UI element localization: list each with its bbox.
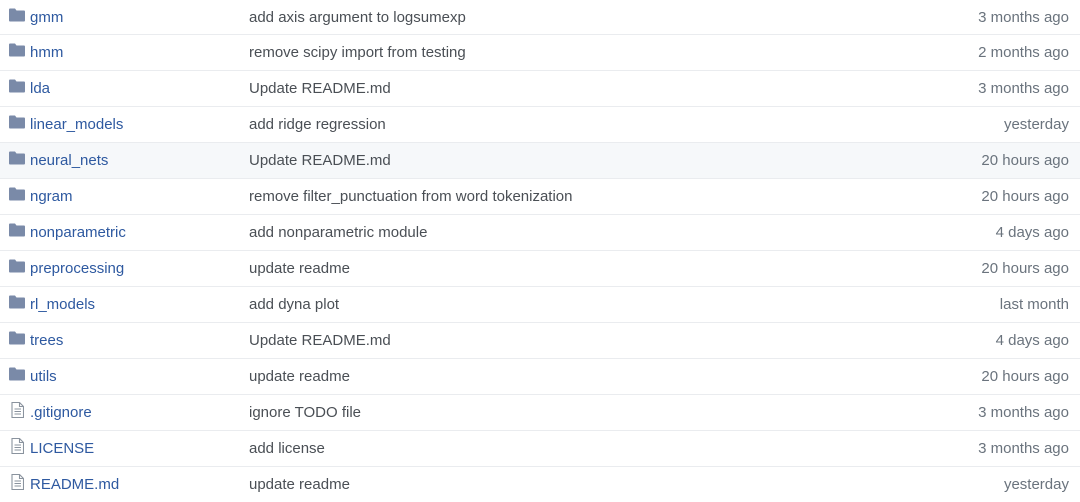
row-icon-cell — [0, 115, 30, 134]
commit-age: last month — [999, 296, 1069, 313]
folder-row[interactable]: linear_models add ridge regression yeste… — [0, 106, 1080, 142]
row-icon-cell — [0, 401, 30, 423]
commit-age: yesterday — [1003, 116, 1069, 133]
commit-message-link[interactable]: add ridge regression — [249, 116, 869, 133]
folder-icon — [9, 151, 25, 170]
folder-row[interactable]: neural_nets Update README.md 20 hours ag… — [0, 142, 1080, 178]
folder-row[interactable]: preprocessing update readme 20 hours ago — [0, 250, 1080, 286]
file-name-link[interactable]: hmm — [30, 44, 249, 61]
file-name-link[interactable]: lda — [30, 80, 249, 97]
commit-message-link[interactable]: update readme — [249, 476, 869, 493]
commit-message-link[interactable]: update readme — [249, 368, 869, 385]
folder-icon — [9, 367, 25, 386]
file-name-link[interactable]: linear_models — [30, 116, 249, 133]
folder-icon — [9, 295, 25, 314]
commit-message-link[interactable]: add nonparametric module — [249, 224, 869, 241]
file-name-link[interactable]: preprocessing — [30, 260, 249, 277]
folder-icon — [9, 331, 25, 350]
row-icon-cell — [0, 367, 30, 386]
row-icon-cell — [0, 295, 30, 314]
commit-age: 3 months ago — [978, 404, 1069, 421]
commit-age: 4 days ago — [995, 332, 1069, 349]
commit-age: 20 hours ago — [981, 368, 1069, 385]
file-name-link[interactable]: README.md — [30, 476, 249, 493]
commit-age: 3 months ago — [978, 440, 1069, 457]
file-name-link[interactable]: .gitignore — [30, 404, 249, 421]
folder-icon — [9, 79, 25, 98]
folder-icon — [9, 43, 25, 62]
folder-icon — [9, 259, 25, 278]
row-icon-cell — [0, 8, 30, 27]
folder-row[interactable]: utils update readme 20 hours ago — [0, 358, 1080, 394]
file-name-link[interactable]: neural_nets — [30, 152, 249, 169]
commit-age: 20 hours ago — [981, 188, 1069, 205]
row-icon-cell — [0, 187, 30, 206]
row-icon-cell — [0, 331, 30, 350]
commit-age: 3 months ago — [978, 8, 1069, 26]
file-name-link[interactable]: nonparametric — [30, 224, 249, 241]
file-name-link[interactable]: ngram — [30, 188, 249, 205]
commit-message-link[interactable]: add dyna plot — [249, 296, 869, 313]
commit-age: 20 hours ago — [981, 152, 1069, 169]
row-icon-cell — [0, 259, 30, 278]
folder-row[interactable]: ngram remove filter_punctuation from wor… — [0, 178, 1080, 214]
file-row[interactable]: README.md update readme yesterday — [0, 466, 1080, 502]
commit-message-link[interactable]: ignore TODO file — [249, 404, 869, 421]
commit-message-link[interactable]: add axis argument to logsumexp — [249, 9, 869, 26]
row-icon-cell — [0, 223, 30, 242]
folder-icon — [9, 8, 25, 27]
file-text-icon — [10, 473, 24, 495]
file-name-link[interactable]: utils — [30, 368, 249, 385]
folder-icon — [9, 187, 25, 206]
commit-message-link[interactable]: remove filter_punctuation from word toke… — [249, 188, 869, 205]
commit-age: 4 days ago — [995, 224, 1069, 241]
commit-message-link[interactable]: Update README.md — [249, 332, 869, 349]
folder-row[interactable]: lda Update README.md 3 months ago — [0, 70, 1080, 106]
file-list: gmm add axis argument to logsumexp 3 mon… — [0, 0, 1080, 502]
folder-row[interactable]: rl_models add dyna plot last month — [0, 286, 1080, 322]
row-icon-cell — [0, 473, 30, 495]
commit-age: 3 months ago — [978, 80, 1069, 97]
row-icon-cell — [0, 437, 30, 459]
file-name-link[interactable]: gmm — [30, 9, 249, 26]
file-text-icon — [10, 401, 24, 423]
file-text-icon — [10, 437, 24, 459]
file-name-link[interactable]: trees — [30, 332, 249, 349]
row-icon-cell — [0, 151, 30, 170]
commit-age: 2 months ago — [978, 44, 1069, 61]
commit-message-link[interactable]: update readme — [249, 260, 869, 277]
file-name-link[interactable]: LICENSE — [30, 440, 249, 457]
commit-message-link[interactable]: add license — [249, 440, 869, 457]
folder-row[interactable]: nonparametric add nonparametric module 4… — [0, 214, 1080, 250]
folder-row[interactable]: gmm add axis argument to logsumexp 3 mon… — [0, 0, 1080, 34]
commit-age: 20 hours ago — [981, 260, 1069, 277]
commit-message-link[interactable]: Update README.md — [249, 80, 869, 97]
commit-age: yesterday — [1003, 476, 1069, 493]
file-row[interactable]: LICENSE add license 3 months ago — [0, 430, 1080, 466]
commit-message-link[interactable]: remove scipy import from testing — [249, 44, 869, 61]
row-icon-cell — [0, 43, 30, 62]
folder-row[interactable]: trees Update README.md 4 days ago — [0, 322, 1080, 358]
commit-message-link[interactable]: Update README.md — [249, 152, 869, 169]
folder-icon — [9, 115, 25, 134]
folder-row[interactable]: hmm remove scipy import from testing 2 m… — [0, 34, 1080, 70]
file-row[interactable]: .gitignore ignore TODO file 3 months ago — [0, 394, 1080, 430]
folder-icon — [9, 223, 25, 242]
file-name-link[interactable]: rl_models — [30, 296, 249, 313]
row-icon-cell — [0, 79, 30, 98]
